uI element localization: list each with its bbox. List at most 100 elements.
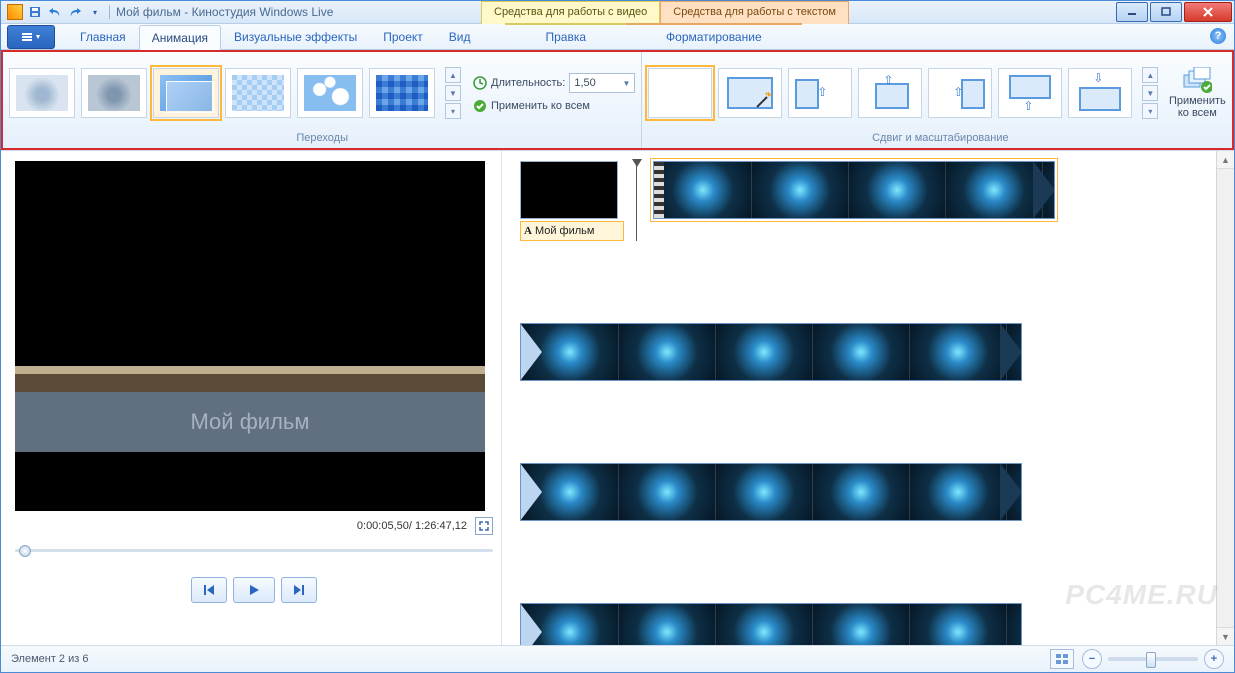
- scroll-up-icon[interactable]: ▲: [1217, 151, 1234, 169]
- help-button[interactable]: ?: [1210, 28, 1226, 44]
- app-window: ▾ Мой фильм - Киностудия Windows Live Ср…: [0, 0, 1235, 673]
- seek-track: [15, 549, 493, 552]
- clip-3[interactable]: [520, 463, 1022, 521]
- time-display: 0:00:05,50/ 1:26:47,12: [357, 520, 467, 532]
- apply-all-icon: [473, 99, 487, 113]
- scroll-down-icon[interactable]: ▼: [1217, 627, 1234, 645]
- undo-icon[interactable]: [47, 4, 63, 20]
- panzoom-in-center[interactable]: ⇧: [858, 68, 922, 118]
- thumbnail-size-button[interactable]: [1050, 649, 1074, 669]
- gallery-up-icon[interactable]: ▲: [1142, 67, 1158, 83]
- playback-controls: [15, 577, 493, 603]
- zoom-out-button[interactable]: −: [1082, 649, 1102, 669]
- title-clip[interactable]: A Мой фильм: [520, 161, 624, 241]
- transitions-gallery-scroll: ▲ ▼ ▾: [445, 67, 459, 119]
- panzoom-out-down[interactable]: ⇩: [1068, 68, 1132, 118]
- apply-all-label: Применить ко всем: [491, 100, 590, 112]
- chevron-down-icon: ▼: [622, 79, 630, 88]
- file-menu-button[interactable]: [7, 25, 55, 49]
- playhead[interactable]: [636, 161, 643, 241]
- apply-all-stack-icon: [1182, 67, 1212, 93]
- clip-1[interactable]: [653, 161, 1055, 219]
- clock-icon: [473, 76, 487, 90]
- title-separator: [109, 5, 110, 19]
- redo-icon[interactable]: [67, 4, 83, 20]
- zoom-in-button[interactable]: +: [1204, 649, 1224, 669]
- apply-all-panzoom[interactable]: Применить ко всем: [1162, 67, 1232, 119]
- tab-visual-effects[interactable]: Визуальные эффекты: [221, 24, 370, 49]
- seek-knob[interactable]: [19, 545, 31, 557]
- ribbon-tab-strip: Главная Анимация Визуальные эффекты Прое…: [1, 24, 1234, 50]
- duration-value: 1,50: [574, 77, 595, 89]
- timeline-pane: A Мой фильм: [501, 151, 1234, 645]
- preview-title-overlay: Мой фильм: [15, 409, 485, 435]
- timeline[interactable]: A Мой фильм: [502, 151, 1234, 645]
- minimize-button[interactable]: [1116, 2, 1148, 22]
- close-button[interactable]: [1184, 2, 1232, 22]
- panzoom-gallery-scroll: ▲ ▼ ▾: [1142, 67, 1156, 119]
- preview-pane: Мой фильм 0:00:05,50/ 1:26:47,12: [1, 151, 501, 645]
- titlebar: ▾ Мой фильм - Киностудия Windows Live Ср…: [1, 1, 1234, 24]
- gallery-down-icon[interactable]: ▼: [1142, 85, 1158, 101]
- transition-thumb-4[interactable]: [225, 68, 291, 118]
- transition-thumb-5[interactable]: [297, 68, 363, 118]
- save-icon[interactable]: [27, 4, 43, 20]
- fullscreen-button[interactable]: [475, 517, 493, 535]
- gallery-down-icon[interactable]: ▼: [445, 85, 461, 101]
- panzoom-in-right[interactable]: ⇧: [928, 68, 992, 118]
- window-title: Мой фильм - Киностудия Windows Live: [116, 5, 333, 19]
- clip-2[interactable]: [520, 323, 1022, 381]
- duration-label: Длительность:: [491, 77, 565, 89]
- panzoom-auto[interactable]: [718, 68, 782, 118]
- transition-thumb-selected[interactable]: [153, 68, 219, 118]
- transition-thumb-6[interactable]: [369, 68, 435, 118]
- preview-scene-band: [15, 374, 485, 392]
- workspace: Мой фильм 0:00:05,50/ 1:26:47,12: [1, 150, 1234, 645]
- context-tab-text[interactable]: Средства для работы с текстом: [660, 1, 849, 24]
- contextual-tabs: Средства для работы с видео Средства для…: [481, 1, 849, 23]
- preview-video[interactable]: Мой фильм: [15, 161, 485, 511]
- text-icon: A: [524, 225, 532, 237]
- seek-slider[interactable]: [15, 545, 493, 555]
- tab-home[interactable]: Главная: [67, 24, 139, 49]
- next-frame-button[interactable]: [281, 577, 317, 603]
- duration-row: Длительность: 1,50 ▼: [473, 73, 635, 93]
- apply-all-panzoom-label: Применить ко всем: [1169, 95, 1226, 119]
- zoom-knob[interactable]: [1146, 652, 1156, 668]
- panzoom-none[interactable]: [648, 68, 712, 118]
- ribbon-body: ▲ ▼ ▾ Длительность: 1,50 ▼: [1, 50, 1234, 150]
- zoom-slider[interactable]: [1108, 657, 1198, 661]
- gallery-up-icon[interactable]: ▲: [445, 67, 461, 83]
- apply-all-transitions[interactable]: Применить ко всем: [473, 99, 635, 113]
- tab-project[interactable]: Проект: [370, 24, 436, 49]
- app-icon: [7, 4, 23, 20]
- panzoom-out-up[interactable]: ⇧: [998, 68, 1062, 118]
- title-clip-text: Мой фильм: [535, 225, 595, 237]
- title-clip-caption[interactable]: A Мой фильм: [520, 221, 624, 241]
- filmstrip-icon: [654, 162, 664, 218]
- tab-format[interactable]: Форматирование: [626, 23, 802, 49]
- prev-frame-button[interactable]: [191, 577, 227, 603]
- title-clip-thumb: [520, 161, 618, 219]
- tab-animation[interactable]: Анимация: [139, 25, 221, 50]
- transition-thumb-2[interactable]: [81, 68, 147, 118]
- group-transitions: ▲ ▼ ▾ Длительность: 1,50 ▼: [3, 52, 642, 148]
- duration-input[interactable]: 1,50 ▼: [569, 73, 635, 93]
- panzoom-in-left[interactable]: ⇧: [788, 68, 852, 118]
- status-text: Элемент 2 из 6: [11, 653, 88, 665]
- time-row: 0:00:05,50/ 1:26:47,12: [15, 517, 493, 535]
- tab-edit[interactable]: Правка: [505, 23, 626, 49]
- clip-4[interactable]: [520, 603, 1022, 645]
- vertical-scrollbar[interactable]: ▲ ▼: [1216, 151, 1234, 645]
- tab-view[interactable]: Вид: [436, 24, 484, 49]
- maximize-button[interactable]: [1150, 2, 1182, 22]
- group-pan-zoom: ⇧ ⇧ ⇧ ⇧ ⇩ ▲ ▼ ▾ Применить ко всем Сдвиг …: [642, 52, 1235, 148]
- context-tab-video[interactable]: Средства для работы с видео: [481, 1, 660, 24]
- gallery-more-icon[interactable]: ▾: [1142, 103, 1158, 119]
- play-button[interactable]: [233, 577, 275, 603]
- gallery-more-icon[interactable]: ▾: [445, 103, 461, 119]
- zoom-control: − +: [1082, 649, 1224, 669]
- preview-scene-band: [15, 366, 485, 374]
- transition-thumb-1[interactable]: [9, 68, 75, 118]
- qat-more-icon[interactable]: ▾: [87, 4, 103, 20]
